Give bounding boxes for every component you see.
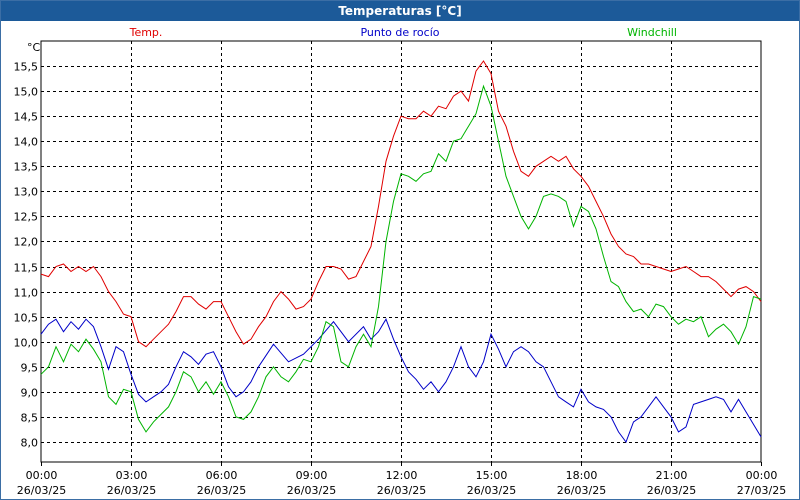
x-tick-date: 26/03/25 xyxy=(287,484,336,497)
x-tick-date: 27/03/25 xyxy=(737,484,786,497)
x-tick-time: 00:00 xyxy=(26,469,58,482)
y-tick-label: 8,5 xyxy=(21,412,39,425)
y-tick-label: 12,0 xyxy=(14,236,39,249)
x-tick-date: 26/03/25 xyxy=(197,484,246,497)
y-axis-unit: °C xyxy=(27,41,41,54)
x-tick-time: 00:00 xyxy=(746,469,778,482)
legend-entry-1: Temp. xyxy=(129,26,163,39)
y-tick-label: 13,0 xyxy=(14,186,39,199)
y-tick-label: 10,5 xyxy=(14,312,39,325)
legend: Temp. Punto de rocío Windchill xyxy=(129,26,677,39)
x-tick-time: 03:00 xyxy=(116,469,148,482)
legend-entry-2: Punto de rocío xyxy=(360,26,439,39)
y-tick-label: 13,5 xyxy=(14,161,39,174)
x-tick-date: 26/03/25 xyxy=(107,484,156,497)
y-tick-label: 14,0 xyxy=(14,136,39,149)
x-tick-time: 21:00 xyxy=(656,469,688,482)
legend-entry-3: Windchill xyxy=(627,26,677,39)
axes: 8,0 8,5 9,0 9,5 10,0 10,5 11,0 11,5 12,0 12,5 13,0… xyxy=(14,40,786,497)
y-tick-label: 9,0 xyxy=(21,387,39,400)
y-tick-label: 15,0 xyxy=(14,86,39,99)
y-tick-label: 11,0 xyxy=(14,287,39,300)
y-tick-label: 8,0 xyxy=(21,437,39,450)
y-tick-label: 15,5 xyxy=(14,61,39,74)
y-tick-label: 14,5 xyxy=(14,111,39,124)
x-tick-date: 26/03/25 xyxy=(557,484,606,497)
y-tick-label: 12,5 xyxy=(14,211,39,224)
x-tick-date: 26/03/25 xyxy=(467,484,516,497)
x-tick-time: 15:00 xyxy=(476,469,508,482)
grid xyxy=(41,41,761,462)
y-tick-label: 9,5 xyxy=(21,362,39,375)
x-tick-time: 09:00 xyxy=(296,469,328,482)
y-tick-label: 11,5 xyxy=(14,262,39,275)
x-tick-time: 18:00 xyxy=(566,469,598,482)
x-tick-date: 26/03/25 xyxy=(647,484,696,497)
x-tick-date: 26/03/25 xyxy=(17,484,66,497)
x-tick-time: 06:00 xyxy=(206,469,238,482)
x-tick-time: 12:00 xyxy=(386,469,418,482)
temperature-chart: 8,0 8,5 9,0 9,5 10,0 10,5 11,0 11,5 12,0 12,5 13,0… xyxy=(14,26,787,497)
x-tick-date: 26/03/25 xyxy=(377,484,426,497)
y-tick-label: 10,0 xyxy=(14,337,39,350)
chart-window: Temperaturas [°C] 8,0 8,5 9,0 9,5 10,0 10,5 11… xyxy=(0,0,800,500)
